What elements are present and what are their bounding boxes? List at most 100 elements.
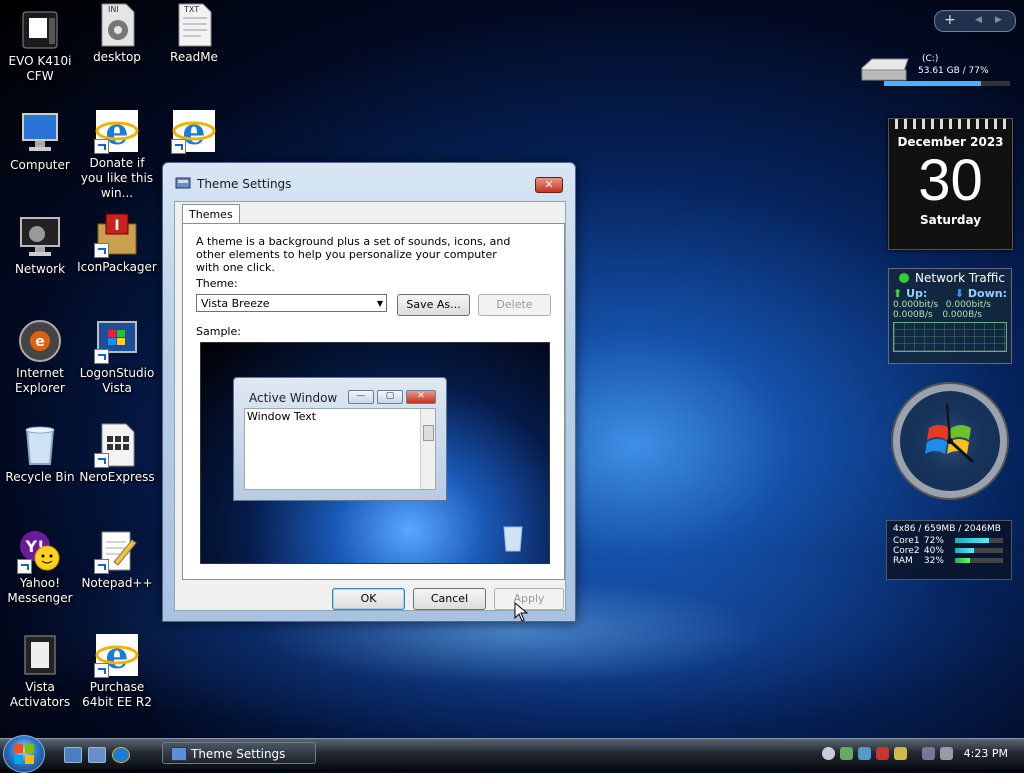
desktop-icon-neroexpress[interactable]: NeroExpress [77, 422, 157, 485]
shortcut-arrow-icon [94, 559, 109, 574]
taskbar: Theme Settings 4:23 PM [0, 735, 1024, 773]
desktop-icon-vista-activators[interactable]: Vista Activators [0, 632, 80, 710]
ie-icon: e [94, 632, 140, 678]
delete-button[interactable]: Delete [478, 294, 551, 316]
tray-icon-1[interactable] [822, 747, 835, 760]
desktop-icon-label: Notepad++ [81, 576, 153, 590]
cpu-row-label: RAM [893, 556, 913, 566]
cancel-button[interactable]: Cancel [413, 588, 486, 610]
cpu-meter-gadget[interactable]: 4x86 / 659MB / 2046MB Core1 72% Core2 40… [886, 520, 1012, 580]
tray-icon-2[interactable] [840, 747, 853, 760]
shortcut-arrow-icon [94, 349, 109, 364]
desktop-icon-logonstudio[interactable]: LogonStudio Vista [77, 318, 157, 396]
txt-file-icon: TXT [171, 2, 217, 48]
drive-name: (C:) [922, 54, 939, 64]
taskbar-clock[interactable]: 4:23 PM [964, 747, 1008, 760]
sample-window-text: Window Text [247, 410, 317, 423]
iconpackager-icon: I [94, 212, 140, 258]
desktop-icon-label: IconPackager [77, 260, 157, 274]
desktop-icon-yahoo[interactable]: Y! Yahoo! Messenger [0, 528, 80, 606]
sample-active-window: Active Window — ▢ ✕ Window Text [233, 377, 447, 501]
calendar-gadget[interactable]: December 2023 30 Saturday [888, 118, 1013, 250]
theme-settings-dialog[interactable]: Theme Settings ✕ Themes A theme is a bac… [162, 162, 576, 622]
theme-dropdown[interactable]: Vista Breeze ▼ [196, 294, 387, 312]
desktop-icon-readme[interactable]: TXT ReadMe [154, 2, 234, 65]
computer-icon [17, 110, 63, 156]
network-traffic-gadget[interactable]: Network Traffic ⬆ Up: ⬇ Down: 0.000bit/s… [888, 268, 1012, 364]
show-desktop-icon[interactable] [64, 747, 82, 763]
ie-icon: e [171, 108, 217, 154]
network-icon [17, 214, 63, 260]
tray-icon-4[interactable] [876, 747, 889, 760]
ok-button[interactable]: OK [332, 588, 405, 610]
cpu-row: Core1 72% [887, 536, 1011, 546]
down-arrow-icon: ⬇ [954, 287, 965, 300]
desktop-icon-purchase[interactable]: e Purchase 64bit EE R2 [77, 632, 157, 710]
save-as-button[interactable]: Save As... [397, 294, 470, 316]
desktop-icon-desktop-ini[interactable]: INI desktop [77, 2, 157, 65]
desktop-icon-label: EVO K410i CFW [8, 54, 72, 83]
cpu-row-label: Core2 [893, 546, 920, 556]
network-title: Network Traffic [915, 271, 1005, 285]
desktop-icon-label: Purchase 64bit EE R2 [82, 680, 152, 709]
ie-globe-icon: e [17, 318, 63, 364]
desktop-icon-evo[interactable]: EVO K410i CFW [0, 6, 80, 84]
ie-icon: e [94, 108, 140, 154]
drive-usage-fill [884, 81, 982, 86]
cpu-row-value: 32% [923, 556, 944, 566]
drive-usage: 53.61 GB / 77% [918, 66, 989, 76]
cpu-row: RAM 32% [887, 556, 1011, 566]
desktop-icon-internet-explorer[interactable]: e Internet Explorer [0, 318, 80, 396]
sample-label: Sample: [196, 325, 241, 338]
theme-label: Theme: [196, 277, 238, 290]
desktop-icon-iconpackager[interactable]: I IconPackager [77, 212, 157, 275]
up-arrow-icon: ⬆ [893, 287, 903, 300]
logonstudio-icon [94, 318, 140, 364]
desktop-icon-notepadpp[interactable]: Notepad++ [77, 528, 157, 591]
yahoo-icon: Y! [17, 528, 63, 574]
ie-quicklaunch-icon[interactable] [112, 747, 130, 763]
theme-sample-preview: Active Window — ▢ ✕ Window Text [200, 342, 550, 564]
volume-icon[interactable] [940, 747, 953, 760]
calendar-rings [895, 119, 1006, 129]
start-button[interactable] [3, 735, 45, 773]
hard-drive-icon [861, 58, 909, 81]
apply-button[interactable]: Apply [494, 588, 564, 610]
network-graph [893, 322, 1007, 352]
chevron-down-icon: ▼ [376, 299, 383, 308]
close-button[interactable]: ✕ [535, 177, 563, 193]
tray-icon-3[interactable] [858, 747, 871, 760]
drive-gadget[interactable]: (C:) 53.61 GB / 77% [858, 52, 1013, 90]
desktop-icon-label: Vista Activators [9, 680, 71, 709]
desktop-icon-ie-2[interactable]: e [154, 108, 234, 156]
desktop-icon-computer[interactable]: Computer [0, 110, 80, 173]
file-badge: TXT [184, 5, 200, 14]
down-bits: 0.000bit/s [945, 300, 991, 310]
shortcut-arrow-icon [94, 243, 109, 258]
next-icon[interactable]: ▶ [995, 15, 1002, 25]
clock-gadget[interactable] [889, 380, 1011, 502]
calendar-month: December 2023 [897, 135, 1004, 149]
svg-text:e: e [35, 334, 45, 350]
network-tray-icon[interactable] [922, 747, 935, 760]
cpu-bar [954, 558, 1003, 563]
desktop-icon-label: ReadMe [170, 50, 218, 64]
switch-windows-icon[interactable] [88, 747, 106, 763]
up-bits: 0.000bit/s [893, 300, 939, 310]
shortcut-arrow-icon [17, 559, 32, 574]
desktop-icon-recycle-bin[interactable]: Recycle Bin [0, 422, 80, 485]
prev-icon[interactable]: ◀ [975, 15, 982, 25]
shortcut-arrow-icon [171, 139, 186, 154]
add-gadget-icon[interactable]: + [944, 12, 956, 28]
desktop-icon-label: Computer [10, 158, 70, 172]
desktop-icon-donate[interactable]: e Donate if you like this win... [77, 108, 157, 201]
desktop-icon-network[interactable]: Network [0, 214, 80, 277]
themes-panel: A theme is a background plus a set of so… [182, 223, 565, 580]
tray-icon-5[interactable] [894, 747, 907, 760]
taskbar-item-label: Theme Settings [191, 747, 286, 761]
network-globe-icon [899, 273, 909, 283]
desktop-icon-label: NeroExpress [79, 470, 155, 484]
maximize-icon: ▢ [377, 390, 403, 404]
tab-themes[interactable]: Themes [182, 204, 240, 224]
taskbar-item-theme-settings[interactable]: Theme Settings [162, 742, 316, 764]
